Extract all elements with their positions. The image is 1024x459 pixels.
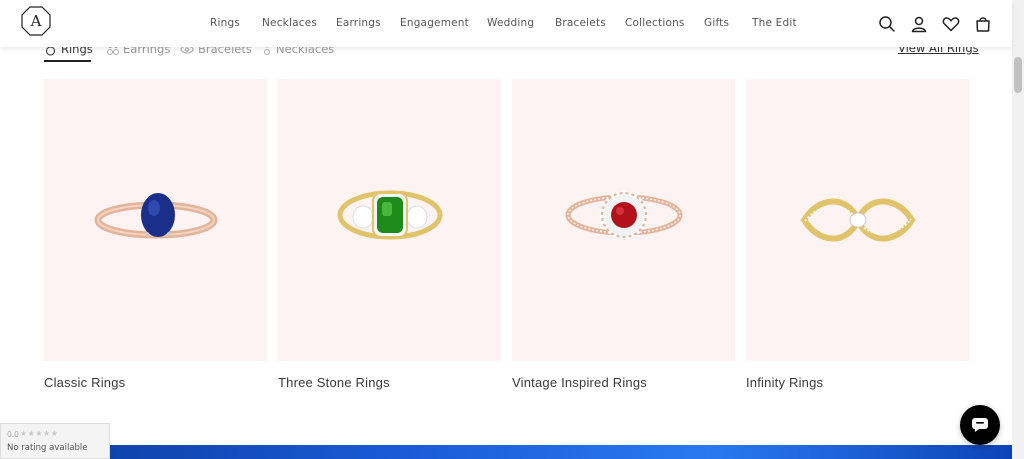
promo-banner [0,445,1012,459]
ring-image-icon [94,193,217,239]
nav-wedding[interactable]: Wedding [487,17,534,29]
main-nav: Rings Necklaces Earrings Engagement Wedd… [0,0,1012,47]
product-title: Vintage Inspired Rings [512,375,647,390]
user-icon[interactable] [910,15,928,33]
product-image [44,79,267,361]
product-card-classic-rings[interactable]: Classic Rings [44,79,267,390]
rating-score: 0.0 [7,430,19,439]
nav-bracelets[interactable]: Bracelets [555,17,606,29]
product-image [278,79,501,361]
rating-widget[interactable]: 0.0 ★★★★★ No rating available [0,423,110,459]
site-header: A Rings Necklaces Earrings Engagement We… [0,0,1012,47]
scrollbar-thumb[interactable] [1014,57,1022,93]
product-title: Three Stone Rings [278,375,390,390]
nav-collections[interactable]: Collections [625,17,685,29]
nav-earrings[interactable]: Earrings [336,17,381,29]
product-card-infinity-rings[interactable]: Infinity Rings [746,79,969,390]
product-card-three-stone-rings[interactable]: Three Stone Rings [278,79,501,390]
ring-image-icon [337,190,442,240]
ring-image-icon [799,198,916,242]
heart-icon[interactable] [942,15,960,33]
rating-text: No rating available [7,443,88,453]
nav-the-edit[interactable]: The Edit [752,17,797,29]
nav-necklaces[interactable]: Necklaces [262,17,317,29]
ring-image-icon [565,191,682,239]
product-title: Classic Rings [44,375,126,390]
product-image [746,79,969,361]
page-scrollbar[interactable] [1012,0,1024,459]
product-card-vintage-inspired-rings[interactable]: Vintage Inspired Rings [512,79,735,390]
rating-stars: ★★★★★ [20,429,59,438]
nav-engagement[interactable]: Engagement [400,17,469,29]
chat-button[interactable] [960,405,1000,445]
search-icon[interactable] [878,15,896,33]
product-title: Infinity Rings [746,375,824,390]
nav-rings[interactable]: Rings [210,17,240,29]
nav-gifts[interactable]: Gifts [704,17,729,29]
bag-icon[interactable] [974,15,992,33]
chat-icon [972,418,988,432]
product-image [512,79,735,361]
active-tab-underline [44,60,91,62]
